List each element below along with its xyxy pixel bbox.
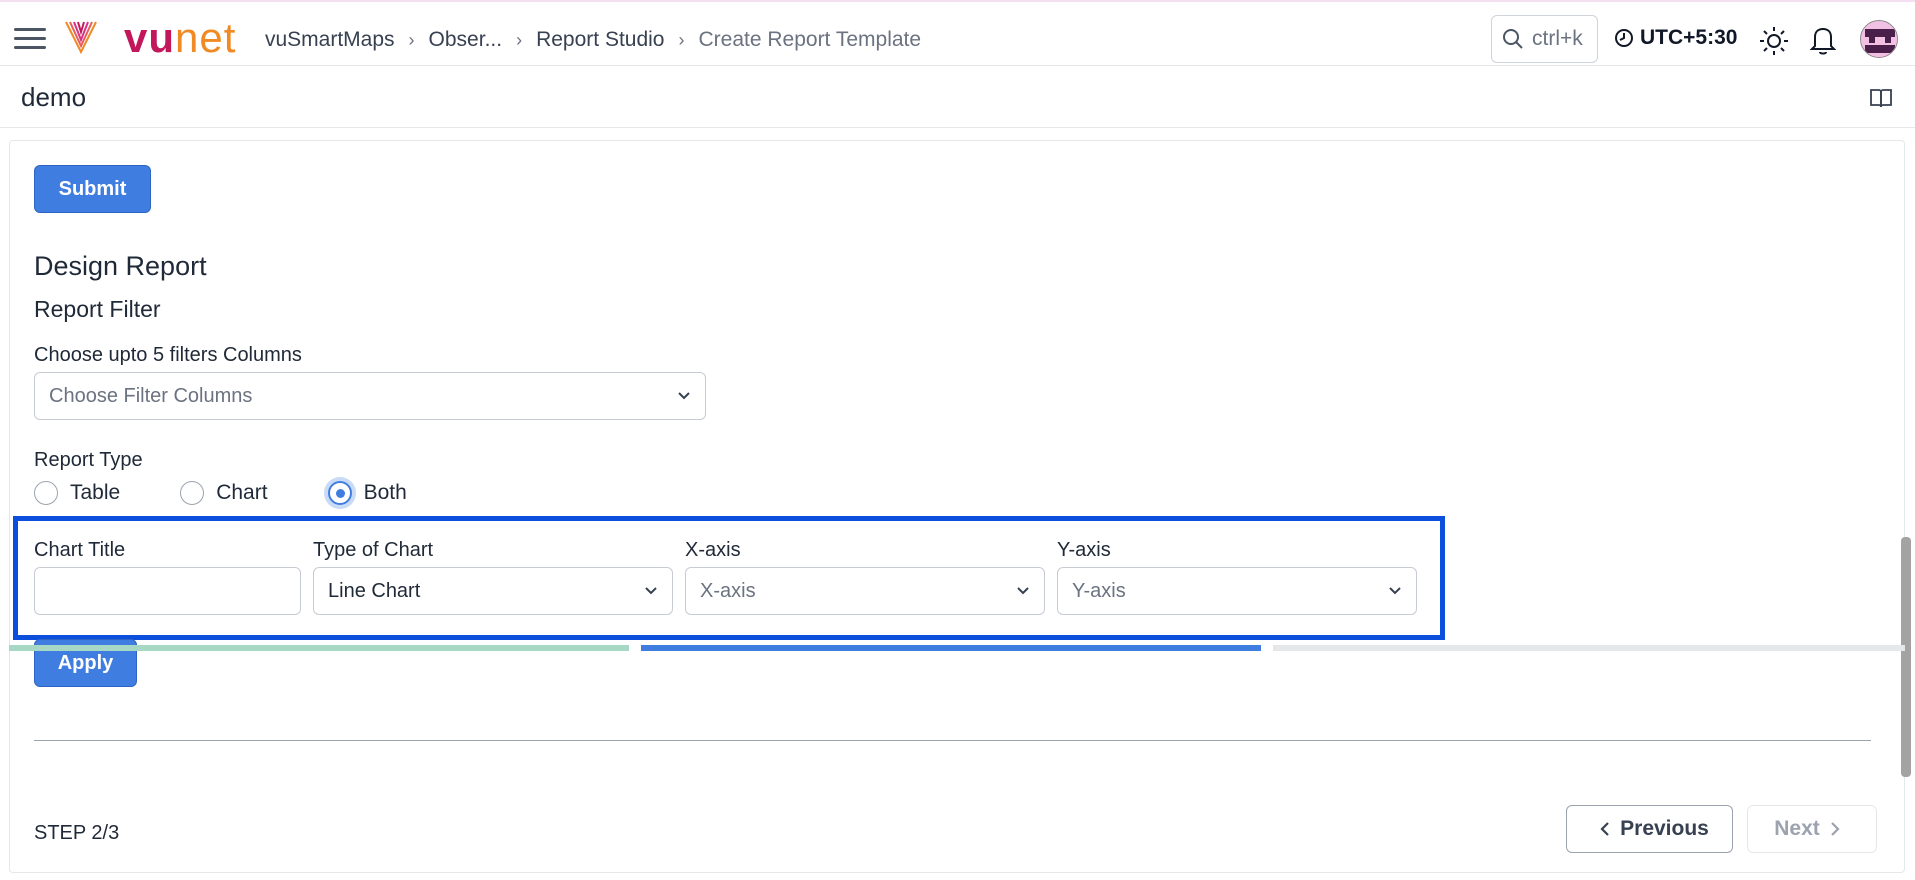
filter-columns-placeholder: Choose Filter Columns [49,384,253,407]
report-filter-heading: Report Filter [34,296,161,322]
logo-vu: vu [124,14,176,61]
submit-button[interactable]: Submit [34,165,151,213]
radio-chart-circle[interactable] [180,481,205,505]
timezone-label: UTC+5:30 [1640,26,1738,49]
bell-icon[interactable] [1809,24,1837,61]
radio-both[interactable]: Both [327,481,407,505]
report-type-radio-group: Table Chart Both [34,481,467,505]
design-report-heading: Design Report [34,251,207,281]
menu-icon[interactable] [14,28,46,50]
radio-chart-label: Chart [216,481,268,504]
chart-type-value: Line Chart [328,579,421,602]
previous-label: Previous [1620,817,1709,840]
radio-chart[interactable]: Chart [180,481,268,505]
xaxis-select[interactable]: X-axis [685,567,1045,615]
search-icon [1503,29,1523,49]
logo-net: net [175,14,237,61]
filter-columns-select[interactable]: Choose Filter Columns [34,372,706,420]
vunet-logo-icon [64,18,98,59]
vunet-logo-text[interactable]: vunet [124,14,236,62]
xaxis-placeholder: X-axis [700,579,756,602]
radio-both-circle[interactable] [327,481,352,505]
book-icon[interactable] [1869,87,1893,114]
step-indicator: STEP 2/3 [34,822,120,844]
chevron-down-icon [1017,587,1029,595]
chevron-down-icon [678,392,690,400]
chart-title-input[interactable] [34,567,301,615]
chevron-right-icon: › [516,29,523,50]
chevron-left-icon [1600,822,1609,836]
breadcrumb-report-studio[interactable]: Report Studio [536,28,664,52]
xaxis-label: X-axis [685,539,741,561]
breadcrumb-vusmartmaps[interactable]: vuSmartMaps [265,28,395,52]
breadcrumb-observability[interactable]: Obser... [429,28,503,52]
timezone-selector[interactable]: UTC+5:30 [1614,26,1737,50]
yaxis-label: Y-axis [1057,539,1111,561]
radio-table-circle[interactable] [34,481,58,505]
report-form-panel: Submit Design Report Report Filter Choos… [9,140,1911,873]
chart-type-select[interactable]: Line Chart [313,567,673,615]
page-title-bar: demo [0,66,1915,128]
previous-button[interactable]: Previous [1566,805,1733,853]
chart-type-label: Type of Chart [313,539,434,561]
radio-table[interactable]: Table [34,481,120,505]
app-header: vunet vuSmartMaps › Obser... › Report St… [0,2,1915,66]
breadcrumb-current: Create Report Template [698,28,922,51]
page-title: demo [21,82,87,112]
radio-both-label: Both [363,481,407,504]
chevron-down-icon [645,587,657,595]
search-shortcut: ctrl+k [1532,27,1583,50]
breadcrumb: vuSmartMaps › Obser... › Report Studio ›… [265,28,921,52]
chevron-down-icon [1389,587,1401,595]
chevron-right-icon [1830,822,1840,836]
progress-step-3 [1273,645,1905,651]
report-type-label: Report Type [34,449,143,471]
user-avatar[interactable] [1860,20,1898,58]
yaxis-select[interactable]: Y-axis [1057,567,1417,615]
chevron-right-icon: › [408,29,415,50]
search-button[interactable]: ctrl+k [1491,15,1598,63]
section-divider [34,740,1871,741]
clock-icon [1615,29,1633,47]
yaxis-placeholder: Y-axis [1072,579,1126,602]
next-button[interactable]: Next [1747,805,1877,853]
next-label: Next [1774,817,1820,840]
radio-table-label: Table [70,481,121,504]
filter-columns-label: Choose upto 5 filters Columns [34,344,302,366]
progress-step-1 [9,645,629,651]
progress-step-2 [641,645,1261,651]
scrollbar-thumb[interactable] [1901,537,1911,777]
sun-icon[interactable] [1759,26,1789,61]
chart-title-label: Chart Title [34,539,126,561]
chevron-right-icon: › [678,29,685,50]
